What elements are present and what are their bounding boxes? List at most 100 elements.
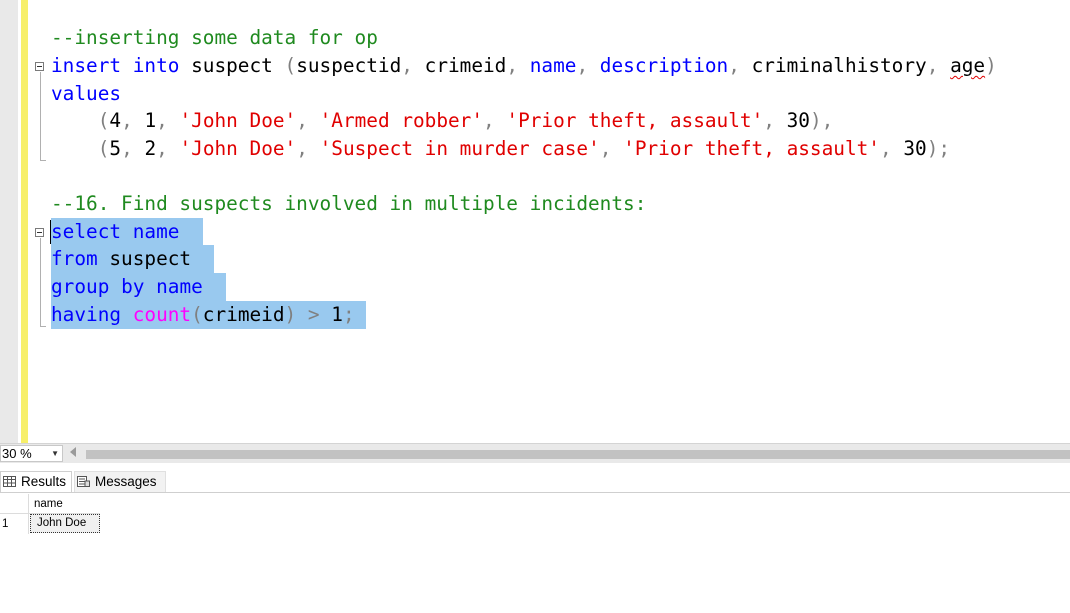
tab-messages-label: Messages: [95, 474, 157, 489]
code-token: ,: [156, 137, 180, 160]
code-line[interactable]: having count(crimeid) > 1;: [51, 301, 367, 329]
code-token: 5: [109, 137, 122, 160]
text-caret: [50, 220, 51, 244]
code-token: group: [51, 275, 110, 298]
code-token: name: [529, 54, 577, 77]
tab-results[interactable]: Results: [0, 471, 72, 492]
code-line[interactable]: select name: [51, 218, 203, 246]
code-token: crimeid: [202, 303, 285, 326]
row-number[interactable]: 1: [2, 516, 8, 533]
messages-icon: [77, 476, 90, 487]
code-token: ,: [599, 137, 624, 160]
code-token: ,: [121, 137, 145, 160]
code-token: select: [51, 220, 122, 243]
selection-highlight: having count(crimeid) > 1;: [51, 301, 367, 329]
fold-guide: [40, 238, 41, 326]
collapse-toggle-select[interactable]: [35, 228, 44, 237]
code-token: ,: [506, 54, 530, 77]
code-line[interactable]: --inserting some data for op: [51, 24, 378, 52]
code-token: 'Armed robber': [319, 109, 484, 132]
code-token: ,: [401, 54, 425, 77]
code-token: insert: [51, 54, 122, 77]
column-header-name[interactable]: name: [34, 496, 63, 513]
code-token: having: [51, 303, 122, 326]
code-token: suspect: [179, 54, 285, 77]
code-token: count: [132, 303, 192, 326]
selection-highlight: from suspect: [51, 245, 215, 273]
code-token: 4: [109, 109, 122, 132]
code-token: (: [97, 137, 110, 160]
code-token: ,: [728, 54, 752, 77]
fold-guide: [40, 72, 41, 160]
code-token: (: [191, 303, 203, 326]
grid-icon: [3, 476, 16, 487]
code-token: ,: [926, 54, 951, 77]
fold-guide-end: [40, 326, 46, 327]
code-token: ,: [156, 109, 180, 132]
code-token: 'Prior theft, assault': [623, 137, 880, 160]
code-token: crimeid: [424, 54, 507, 77]
code-token: 2: [144, 137, 157, 160]
code-token: ,: [296, 137, 320, 160]
scroll-left-icon[interactable]: [70, 447, 76, 457]
code-token: ): [985, 54, 997, 77]
grid-divider: [28, 494, 29, 534]
code-line[interactable]: (4, 1, 'John Doe', 'Armed robber', 'Prio…: [51, 107, 834, 135]
code-token: ,: [576, 54, 600, 77]
code-token: 30: [786, 109, 810, 132]
code-token: ),: [809, 109, 834, 132]
code-line[interactable]: from suspect: [51, 245, 215, 273]
zoom-dropdown[interactable]: 30 % ▼: [0, 445, 63, 462]
code-token: ,: [296, 109, 320, 132]
code-token: suspectid: [296, 54, 402, 77]
selection-highlight: select name: [51, 218, 203, 246]
result-cell[interactable]: John Doe: [30, 514, 100, 533]
code-token: values: [51, 82, 122, 105]
code-token: criminalhistory: [751, 54, 927, 77]
collapse-toggle-insert[interactable]: [35, 62, 44, 71]
results-tab-strip: Results Messages: [0, 466, 1070, 493]
code-line[interactable]: --16. Find suspects involved in multiple…: [51, 190, 646, 218]
code-token: (: [97, 109, 110, 132]
editor-status-bar: 30 % ▼: [0, 443, 1070, 463]
code-token: name: [156, 275, 203, 298]
zoom-level: 30 %: [2, 446, 32, 461]
selection-highlight: group by name: [51, 273, 227, 301]
code-token: --16. Find suspects involved in multiple…: [51, 192, 647, 215]
code-line[interactable]: (5, 2, 'John Doe', 'Suspect in murder ca…: [51, 135, 950, 163]
code-token: 'Prior theft, assault': [506, 109, 764, 132]
code-token: description: [599, 54, 729, 77]
code-token: --inserting some data for op: [51, 26, 378, 49]
code-token: ,: [763, 109, 787, 132]
code-token: into: [132, 54, 180, 77]
code-token: age: [950, 54, 986, 77]
code-token: ): [284, 303, 297, 326]
code-token: (: [284, 54, 297, 77]
editor-margin: [0, 0, 18, 443]
code-token: );: [926, 137, 951, 160]
code-token: 'Suspect in murder case': [319, 137, 600, 160]
code-token: name: [132, 220, 180, 243]
code-token: suspect: [97, 247, 215, 270]
tab-messages[interactable]: Messages: [74, 471, 166, 492]
query-editor[interactable]: --inserting some data for op insert into…: [0, 0, 1070, 443]
code-token: 1: [144, 109, 157, 132]
code-token: ;: [342, 303, 355, 326]
code-token: by: [121, 275, 145, 298]
horizontal-scrollbar-thumb[interactable]: [86, 450, 1070, 459]
code-token: ,: [879, 137, 904, 160]
code-line[interactable]: values: [51, 80, 121, 108]
code-line[interactable]: group by name: [51, 273, 227, 301]
change-tracking-bar: [21, 0, 28, 443]
code-line[interactable]: insert into suspect (suspectid, crimeid,…: [51, 52, 997, 80]
code-token: 1: [331, 303, 343, 326]
tab-results-label: Results: [21, 474, 67, 489]
